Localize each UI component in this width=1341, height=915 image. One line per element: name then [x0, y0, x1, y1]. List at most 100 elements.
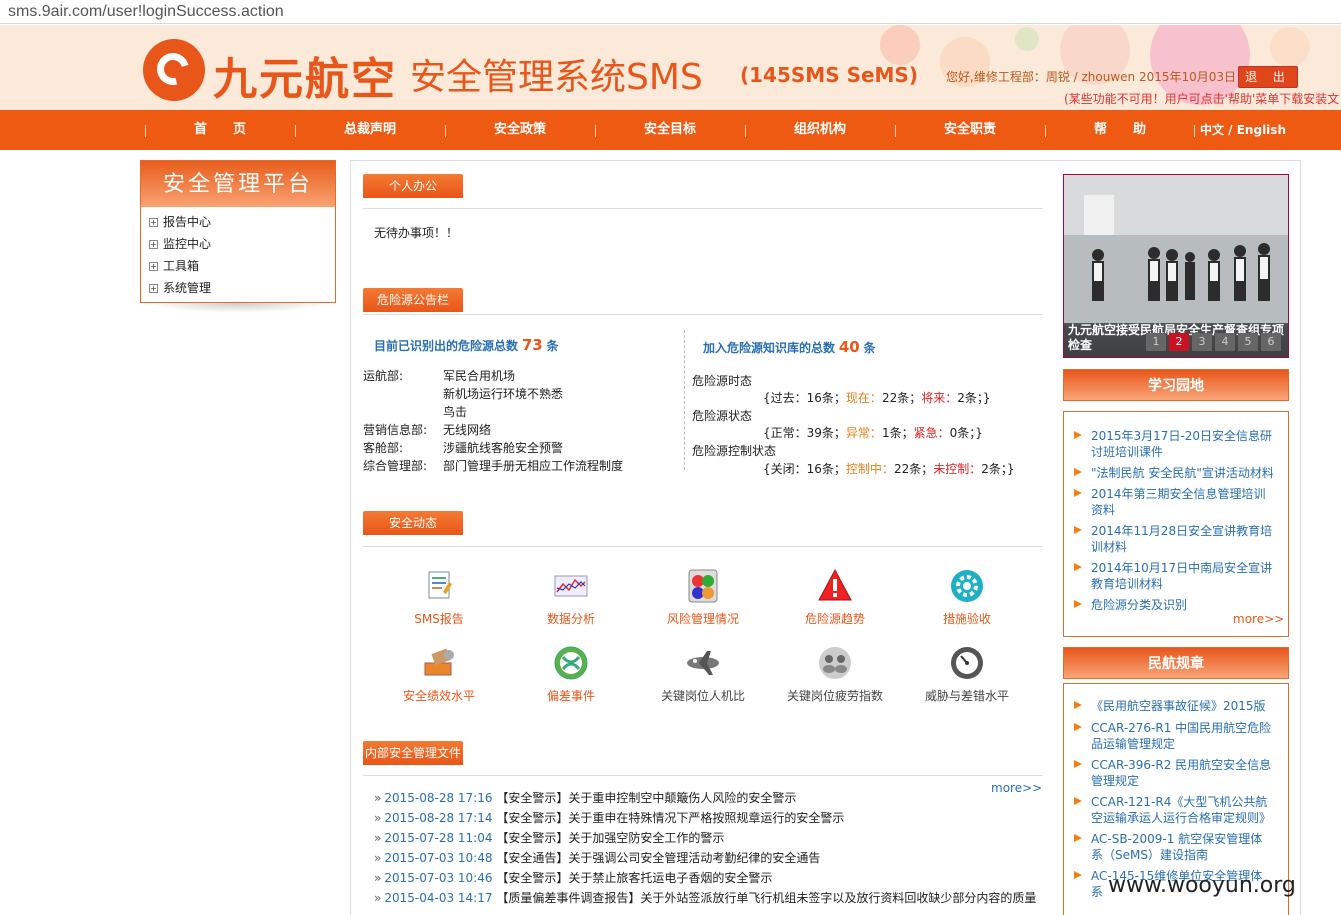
- dyn-label[interactable]: 威胁与差错水平: [912, 687, 1022, 704]
- dyn-label[interactable]: SMS报告: [384, 610, 494, 627]
- regulation-item[interactable]: 《民用航空器事故征候》2015版: [1074, 698, 1274, 714]
- dyn-safety-performance[interactable]: 安全绩效水平: [384, 645, 494, 704]
- browser-url-bar[interactable]: sms.9air.com/user!loginSuccess.action: [0, 0, 1341, 24]
- doc-row[interactable]: » 2015-08-28 17:16 【安全警示】关于重申控制空中颠簸伤人风险的安…: [374, 789, 796, 806]
- decor-bubble: [1270, 27, 1310, 67]
- learning-item[interactable]: 2014年第三期安全信息管理培训资料: [1074, 486, 1274, 518]
- nav-organization[interactable]: 组织机构: [745, 110, 895, 150]
- divider: [363, 775, 1043, 776]
- airplane-icon[interactable]: [685, 645, 721, 681]
- regulation-item[interactable]: AC-SB-2009-1 航空保安管理体系（SeMS）建设指南: [1074, 831, 1274, 863]
- system-code: (145SMS SeMS): [740, 63, 918, 87]
- slide-page-1[interactable]: 1: [1146, 333, 1166, 351]
- regulations-title: 民航规章: [1063, 647, 1289, 679]
- dyn-label[interactable]: 风险管理情况: [648, 610, 758, 627]
- hazard-item[interactable]: 鸟击: [443, 403, 467, 420]
- slide-page-6[interactable]: 6: [1261, 333, 1281, 351]
- dyn-data-analysis[interactable]: 数据分析: [516, 568, 626, 627]
- sidebar-item-label[interactable]: 系统管理: [163, 281, 211, 295]
- expand-icon[interactable]: +: [149, 262, 158, 271]
- tab-hazard-board: 危险源公告栏: [363, 288, 463, 312]
- sidebar-item-label[interactable]: 工具箱: [163, 259, 199, 273]
- arrow-icon: [1074, 489, 1082, 497]
- slide-page-4[interactable]: 4: [1215, 333, 1235, 351]
- system-name: 安全管理系统SMS: [410, 57, 703, 98]
- dyn-sms-report[interactable]: SMS报告: [384, 568, 494, 627]
- regulation-item[interactable]: CCAR-276-R1 中国民用航空危险品运输管理规定: [1074, 720, 1274, 752]
- dyn-label[interactable]: 危险源趋势: [780, 610, 890, 627]
- dyn-fatigue-index[interactable]: 关键岗位疲劳指数: [780, 645, 890, 704]
- docs-more-link[interactable]: more>>: [991, 781, 1042, 795]
- news-photo-slideshow[interactable]: 九元航空接受民航局安全生产督查组专项检查 1 2 3 4 5 6: [1063, 174, 1289, 358]
- slide-page-2[interactable]: 2: [1169, 333, 1189, 351]
- dyn-threat-error[interactable]: 威胁与差错水平: [912, 645, 1022, 704]
- people-icon[interactable]: [817, 645, 853, 681]
- doc-row[interactable]: » 2015-07-28 11:04 【安全警示】关于加强空防安全工作的警示: [374, 829, 724, 846]
- nav-safety-policy[interactable]: 安全政策: [445, 110, 595, 150]
- learning-item[interactable]: 危险源分类及识别: [1074, 597, 1274, 613]
- dyn-hazard-trend[interactable]: 危险源趋势: [780, 568, 890, 627]
- expand-icon[interactable]: +: [149, 240, 158, 249]
- slide-page-3[interactable]: 3: [1192, 333, 1212, 351]
- nav-safety-duties[interactable]: 安全职责: [895, 110, 1045, 150]
- expand-icon[interactable]: +: [149, 218, 158, 227]
- dyn-label[interactable]: 偏差事件: [516, 687, 626, 704]
- dyn-key-post-ratio[interactable]: 关键岗位人机比: [648, 645, 758, 704]
- nav-home[interactable]: 首 页: [145, 110, 295, 150]
- hazard-kb-summary[interactable]: 加入危险源知识库的总数 40 条: [703, 338, 876, 356]
- doc-row[interactable]: » 2015-08-28 17:14 【安全警示】关于重申在特殊情况下严格按照规章…: [374, 809, 844, 826]
- risk-icon[interactable]: [685, 568, 721, 604]
- hazard-item[interactable]: 新机场运行环境不熟悉: [443, 385, 563, 402]
- gauge-icon[interactable]: [949, 645, 985, 681]
- regulation-item[interactable]: CCAR-396-R2 民用航空安全信息管理规定: [1074, 757, 1274, 789]
- dyn-label[interactable]: 关键岗位人机比: [648, 687, 758, 704]
- hazard-item[interactable]: 军民合用机场: [443, 367, 515, 384]
- nav-safety-goals[interactable]: 安全目标: [595, 110, 745, 150]
- report-icon[interactable]: [421, 568, 457, 604]
- learning-item[interactable]: 2014年11月28日安全宣讲教育培训材料: [1074, 523, 1274, 555]
- sidebar-item-label[interactable]: 报告中心: [163, 215, 211, 229]
- language-switch[interactable]: 中文 / English: [1200, 110, 1286, 150]
- hazard-item[interactable]: 无线网络: [443, 421, 491, 438]
- regulation-item[interactable]: CCAR-121-R4《大型飞机公共航空运输承运人运行合格审定规则》: [1074, 794, 1274, 826]
- hazard-kb-count[interactable]: 40: [839, 338, 860, 356]
- dyn-label[interactable]: 关键岗位疲劳指数: [780, 687, 890, 704]
- learning-more-link[interactable]: more>>: [1233, 612, 1284, 626]
- hazard-tense-values: {过去：16条；现在：22条；将来：2条；}: [763, 391, 991, 405]
- hazard-item[interactable]: 涉疆航线客舱安全预警: [443, 439, 563, 456]
- doc-row[interactable]: » 2015-07-03 10:46 【安全警示】关于禁止旅客托运电子香烟的安全警…: [374, 869, 772, 886]
- url-text[interactable]: sms.9air.com/user!loginSuccess.action: [8, 3, 284, 21]
- nav-ceo-statement[interactable]: 总裁声明: [295, 110, 445, 150]
- sidebar-item-system-admin[interactable]: + 系统管理: [141, 277, 335, 299]
- gear-icon[interactable]: [949, 568, 985, 604]
- sidebar-item-monitor-center[interactable]: + 监控中心: [141, 233, 335, 255]
- doc-row[interactable]: » 2015-07-03 10:48 【安全通告】关于强调公司安全管理活动考勤纪律…: [374, 849, 820, 866]
- warning-icon[interactable]: [817, 568, 853, 604]
- chart-icon[interactable]: [553, 568, 589, 604]
- hazard-identified-count[interactable]: 73: [522, 336, 543, 354]
- learning-item[interactable]: "法制民航 安全民航"宣讲活动材料: [1074, 465, 1274, 481]
- learning-item[interactable]: 2014年10月17日中南局安全宣讲教育培训材料: [1074, 560, 1274, 592]
- main-nav: 首 页 总裁声明 安全政策 安全目标 组织机构 安全职责 帮 助 中文 / En…: [0, 110, 1341, 150]
- sidebar-item-report-center[interactable]: + 报告中心: [141, 211, 335, 233]
- dyn-label[interactable]: 安全绩效水平: [384, 687, 494, 704]
- expand-icon[interactable]: +: [149, 284, 158, 293]
- tools-icon[interactable]: [421, 645, 457, 681]
- hazard-dept: 客舱部:: [363, 441, 404, 455]
- dyn-measure-acceptance[interactable]: 措施验收: [912, 568, 1022, 627]
- arrow-icon: [1074, 431, 1082, 439]
- nav-help[interactable]: 帮 助: [1045, 110, 1195, 150]
- dyn-label[interactable]: 措施验收: [912, 610, 1022, 627]
- dyn-label[interactable]: 数据分析: [516, 610, 626, 627]
- dyn-risk-management[interactable]: 风险管理情况: [648, 568, 758, 627]
- sidebar-item-label[interactable]: 监控中心: [163, 237, 211, 251]
- logout-button[interactable]: 退 出: [1238, 66, 1298, 88]
- hazard-item[interactable]: 部门管理手册无相应工作流程制度: [443, 457, 623, 474]
- slide-page-5[interactable]: 5: [1238, 333, 1258, 351]
- dyn-deviation-event[interactable]: 偏差事件: [516, 645, 626, 704]
- sidebar-item-toolbox[interactable]: + 工具箱: [141, 255, 335, 277]
- learning-item[interactable]: 2015年3月17日-20日安全信息研讨班培训课件: [1074, 428, 1274, 460]
- hazard-identified-summary[interactable]: 目前已识别出的危险源总数 73 条: [374, 336, 559, 354]
- doc-row[interactable]: » 2015-04-03 14:17 【质量偏差事件调查报告】关于外站签派放行单飞…: [374, 889, 1036, 906]
- deviation-icon[interactable]: [553, 645, 589, 681]
